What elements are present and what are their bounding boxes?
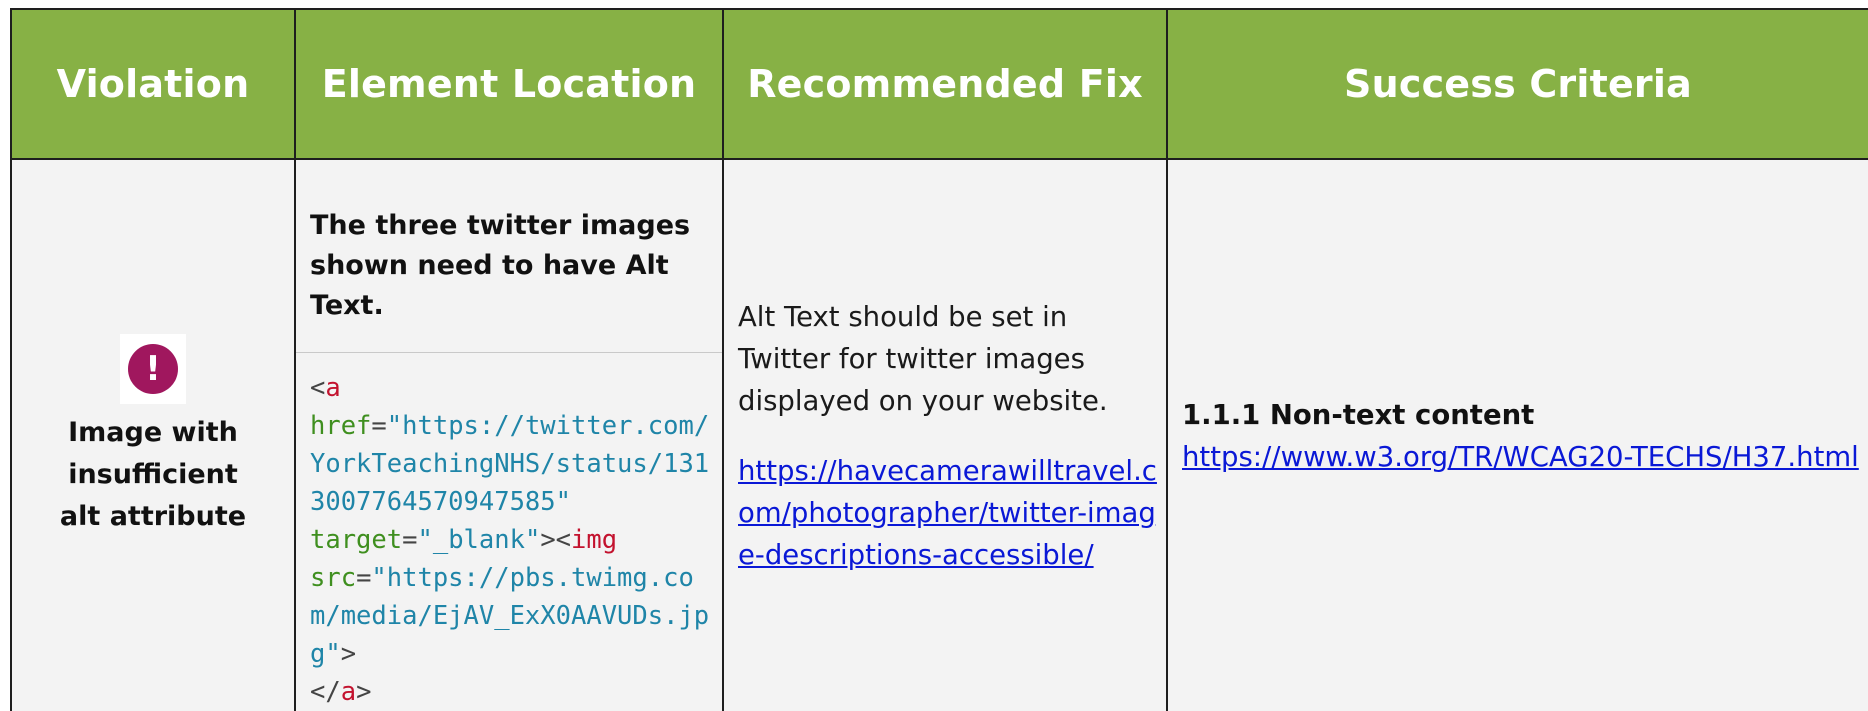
error-exclamation-icon: ! (128, 343, 178, 394)
success-criteria-title: 1.1.1 Non-text content (1182, 398, 1535, 431)
violations-table: Violation Element Location Recommended F… (10, 8, 1868, 711)
success-criteria-link[interactable]: https://www.w3.org/TR/WCAG20-TECHS/H37.h… (1182, 441, 1859, 473)
recommended-fix-cell: Alt Text should be set in Twitter for tw… (723, 159, 1168, 711)
table-row: ! Image with insufficient alt attribute … (11, 159, 1868, 711)
code-punct: >< (540, 525, 572, 555)
code-punct: = (402, 525, 418, 555)
element-location-description: The three twitter images shown need to h… (296, 160, 722, 353)
recommended-fix-link[interactable]: https://havecamerawilltravel.com/photogr… (738, 455, 1157, 571)
code-attr: href (310, 411, 372, 441)
code-tag: a (325, 373, 341, 403)
code-punct: = (356, 563, 372, 593)
code-punct: > (340, 639, 357, 669)
header-recommended-fix: Recommended Fix (723, 9, 1168, 160)
recommended-fix-text: Alt Text should be set in Twitter for tw… (738, 300, 1108, 417)
violation-icon-container: ! (120, 333, 186, 404)
code-punct: > (356, 677, 372, 707)
code-attr: src (310, 563, 357, 593)
violation-title: Image with insufficient alt attribute (59, 416, 247, 532)
header-element-location: Element Location (295, 9, 724, 160)
code-attr: target (310, 525, 403, 555)
code-punct: < (310, 373, 326, 403)
code-tag: a (340, 677, 357, 707)
violation-cell: ! Image with insufficient alt attribute (11, 159, 296, 711)
header-success-criteria: Success Criteria (1167, 9, 1868, 160)
header-violation: Violation (11, 9, 296, 160)
code-tag: img (571, 525, 618, 555)
code-punct: </ (310, 677, 341, 707)
element-code-snippet: <a href="https://twitter.com/YorkTeachin… (296, 353, 722, 711)
element-location-cell: The three twitter images shown need to h… (295, 159, 724, 711)
success-criteria-cell: 1.1.1 Non-text content https://www.w3.or… (1167, 159, 1868, 711)
code-punct: = (371, 411, 387, 441)
code-value: "_blank" (417, 525, 541, 555)
table-header-row: Violation Element Location Recommended F… (11, 9, 1868, 160)
